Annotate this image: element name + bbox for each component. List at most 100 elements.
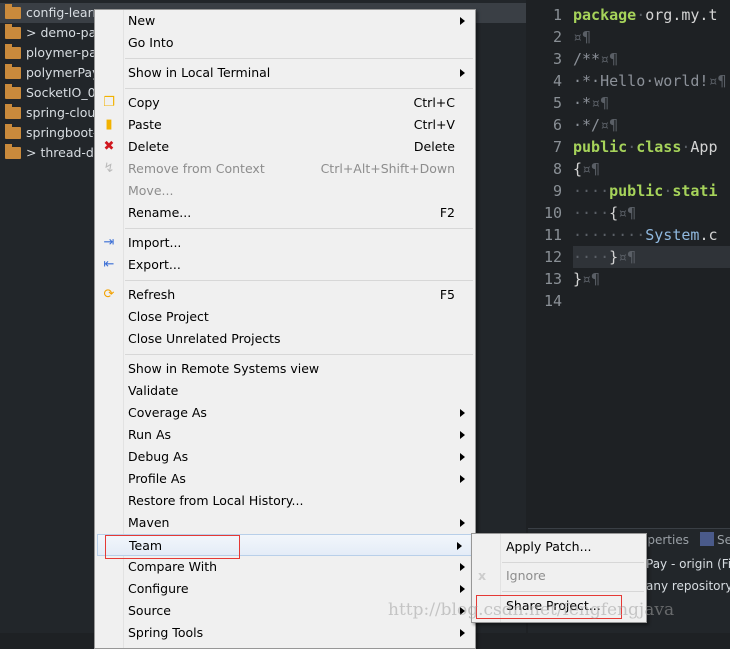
menu-item-close-project[interactable]: Close Project	[95, 306, 475, 328]
menu-separator	[95, 54, 475, 62]
properties-tab[interactable]: operties	[640, 533, 689, 547]
shortcut: Delete	[413, 139, 455, 154]
code-line: {¤¶	[573, 160, 601, 178]
menu-item-run-as[interactable]: Run As	[95, 424, 475, 446]
menu-item-debug-as[interactable]: Debug As	[95, 446, 475, 468]
project-folder-icon	[5, 24, 21, 39]
submenu-item-ignore[interactable]: x Ignore	[472, 563, 646, 589]
project-label: ploymer-pa	[26, 45, 97, 60]
code-line: ¤¶	[573, 28, 592, 46]
menu-item-delete[interactable]: ✖ Delete Delete	[95, 136, 475, 158]
line-number: 3	[552, 50, 562, 68]
menu-item-label: Profile As	[128, 471, 186, 486]
submenu-arrow-icon	[460, 431, 465, 439]
refresh-icon: ⟳	[103, 287, 115, 302]
submenu-arrow-icon	[460, 17, 465, 25]
submenu-item-label: Ignore	[506, 568, 546, 583]
menu-item-label: Restore from Local History...	[128, 493, 304, 508]
paste-icon: ▮	[105, 117, 113, 132]
project-folder-icon	[5, 144, 21, 159]
menu-item-show-in-remote-systems-view[interactable]: Show in Remote Systems view	[95, 358, 475, 380]
project-folder-icon	[5, 64, 21, 79]
menu-item-label: Show in Remote Systems view	[128, 361, 320, 376]
line-number: 4	[552, 72, 562, 90]
menu-item-label: Copy	[128, 95, 160, 110]
submenu-arrow-icon	[460, 585, 465, 593]
menu-item-label: Run As	[128, 427, 172, 442]
project-label: spring-clou	[26, 105, 96, 120]
shortcut: F2	[439, 205, 455, 220]
menu-item-coverage-as[interactable]: Coverage As	[95, 402, 475, 424]
menu-item-export[interactable]: ⇤ Export...	[95, 254, 475, 276]
import-icon: ⇥	[103, 235, 115, 250]
menu-item-label: Go Into	[128, 35, 174, 50]
menu-item-rename[interactable]: Rename... F2	[95, 202, 475, 224]
submenu-arrow-icon	[460, 519, 465, 527]
export-icon: ⇤	[103, 257, 115, 272]
project-folder-icon	[5, 84, 21, 99]
menu-item-remove-from-context[interactable]: ↯ Remove from Context Ctrl+Alt+Shift+Down	[95, 158, 475, 180]
menu-item-label: Debug As	[128, 449, 189, 464]
code-line: ·*/¤¶	[573, 116, 619, 134]
code-editor[interactable]: 1 package·org.my.t 2 ¤¶ 3 /**¤¶ 4 ·*·Hello·worl…	[528, 0, 730, 526]
menu-item-restore-from-local-history[interactable]: Restore from Local History...	[95, 490, 475, 512]
shortcut: F5	[439, 287, 455, 302]
submenu-arrow-icon	[460, 475, 465, 483]
submenu-arrow-icon	[460, 563, 465, 571]
menu-item-close-unrelated-projects[interactable]: Close Unrelated Projects	[95, 328, 475, 350]
submenu-arrow-icon	[460, 453, 465, 461]
menu-item-label: Rename...	[128, 205, 192, 220]
project-folder-icon	[5, 124, 21, 139]
line-number: 10	[543, 204, 562, 222]
menu-item-label: Validate	[128, 383, 179, 398]
menu-item-move[interactable]: Move...	[95, 180, 475, 202]
menu-item-label: Show in Local Terminal	[128, 65, 271, 80]
menu-item-paste[interactable]: ▮ Paste Ctrl+V	[95, 114, 475, 136]
submenu-arrow-icon	[460, 607, 465, 615]
menu-item-compare-with[interactable]: Compare With	[95, 556, 475, 578]
project-folder-icon	[5, 104, 21, 119]
menu-item-copy[interactable]: ❐ Copy Ctrl+C	[95, 92, 475, 114]
submenu-item-label: Apply Patch...	[506, 539, 592, 554]
menu-item-validate[interactable]: Validate	[95, 380, 475, 402]
menu-item-source[interactable]: Source	[95, 600, 475, 622]
line-number: 2	[552, 28, 562, 46]
project-folder-icon	[5, 4, 21, 19]
menu-item-refresh[interactable]: ⟳ Refresh F5	[95, 284, 475, 306]
code-line: public·class·App	[573, 138, 718, 156]
line-number: 6	[552, 116, 562, 134]
status-line: Pay - origin (Fi	[646, 557, 730, 571]
menu-item-import[interactable]: ⇥ Import...	[95, 232, 475, 254]
servers-tab[interactable]: Se	[717, 533, 730, 547]
shortcut: Ctrl+Alt+Shift+Down	[320, 161, 455, 176]
menu-item-label: Maven	[128, 515, 170, 530]
code-line: package·org.my.t	[573, 6, 718, 24]
menu-item-profile-as[interactable]: Profile As	[95, 468, 475, 490]
menu-item-show-in-local-terminal[interactable]: Show in Local Terminal	[95, 62, 475, 84]
menu-item-go-into[interactable]: Go Into	[95, 32, 475, 54]
project-label: polymerPay	[26, 65, 100, 80]
code-line: ····{¤¶	[573, 204, 637, 222]
menu-item-label: New	[128, 13, 156, 28]
menu-separator	[95, 224, 475, 232]
code-line: ·*·Hello·world!¤¶	[573, 72, 727, 90]
menu-item-new[interactable]: New	[95, 10, 475, 32]
line-number: 12	[543, 248, 562, 266]
submenu-item-apply-patch[interactable]: Apply Patch...	[472, 534, 646, 560]
line-number: 1	[552, 6, 562, 24]
remove-context-icon: ↯	[103, 161, 115, 176]
menu-item-maven[interactable]: Maven	[95, 512, 475, 534]
menu-item-configure[interactable]: Configure	[95, 578, 475, 600]
code-line: ·*¤¶	[573, 94, 610, 112]
shortcut: Ctrl+C	[413, 95, 455, 110]
code-line: ····public·stati	[573, 182, 718, 200]
menu-separator	[95, 350, 475, 358]
menu-item-label: Delete	[128, 139, 170, 154]
menu-item-label: Coverage As	[128, 405, 207, 420]
shortcut: Ctrl+V	[413, 117, 455, 132]
menu-item-spring-tools[interactable]: Spring Tools	[95, 622, 475, 644]
line-number: 14	[543, 292, 562, 310]
project-folder-icon	[5, 44, 21, 59]
menu-item-label: Refresh	[128, 287, 176, 302]
project-label: springboot-	[26, 125, 98, 140]
